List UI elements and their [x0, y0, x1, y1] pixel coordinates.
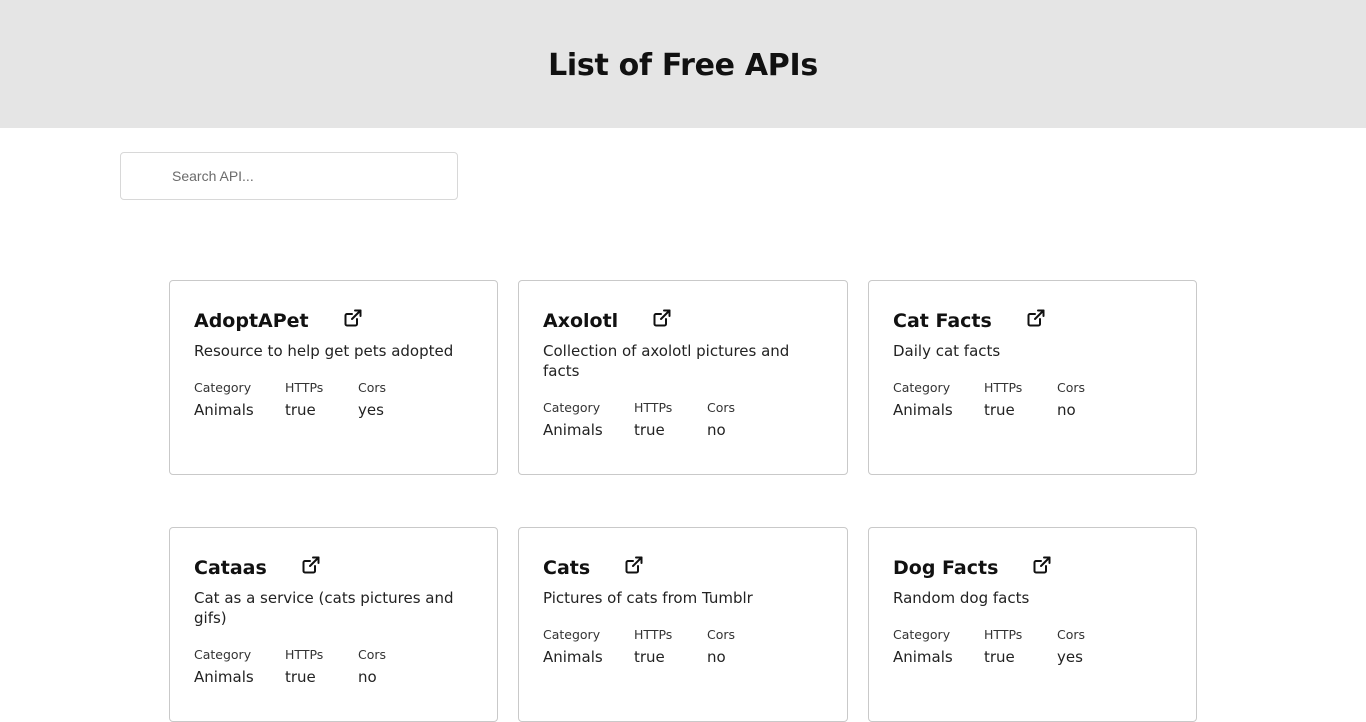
api-card: Cat Facts Daily cat facts Category Animal…: [868, 280, 1197, 475]
https-value: true: [634, 648, 665, 666]
cors-label: Cors: [358, 380, 387, 395]
category-label: Category: [194, 380, 252, 395]
api-card-description: Daily cat facts: [893, 342, 1001, 360]
search-input[interactable]: [120, 152, 458, 200]
page-title: List of Free APIs: [548, 47, 818, 83]
https-label: HTTPs: [285, 380, 324, 395]
cors-label: Cors: [1057, 380, 1086, 395]
category-value: Animals: [543, 421, 603, 439]
api-card: Axolotl Collection of axolotl pictures a…: [518, 280, 848, 475]
category-value: Animals: [893, 648, 953, 666]
category-label: Category: [893, 380, 951, 395]
category-value: Animals: [194, 668, 254, 686]
external-link-icon[interactable]: [1032, 555, 1052, 575]
category-label: Category: [543, 627, 601, 642]
external-link-icon[interactable]: [624, 555, 644, 575]
api-card-description: Collection of axolotl pictures and facts: [543, 342, 790, 380]
cors-label: Cors: [358, 647, 387, 662]
external-link-icon[interactable]: [343, 308, 363, 328]
cors-label: Cors: [707, 627, 736, 642]
external-link-icon[interactable]: [1026, 308, 1046, 328]
category-label: Category: [893, 627, 951, 642]
page-header: List of Free APIs: [0, 0, 1366, 128]
cors-value: yes: [358, 401, 384, 419]
api-card: Cataas Cat as a service (cats pictures a…: [169, 527, 498, 722]
api-card-description: Random dog facts: [893, 589, 1030, 607]
api-card: AdoptAPet Resource to help get pets adop…: [169, 280, 498, 475]
https-label: HTTPs: [634, 627, 673, 642]
api-card-description: Resource to help get pets adopted: [194, 342, 454, 360]
https-value: true: [984, 401, 1015, 419]
cors-value: no: [358, 668, 377, 686]
https-value: true: [984, 648, 1015, 666]
api-card: Cats Pictures of cats from Tumblr Catego…: [518, 527, 848, 722]
category-value: Animals: [543, 648, 603, 666]
category-label: Category: [543, 400, 601, 415]
category-label: Category: [194, 647, 252, 662]
category-value: Animals: [893, 401, 953, 419]
api-card-grid: AdoptAPet Resource to help get pets adop…: [169, 280, 1197, 722]
external-link-icon[interactable]: [652, 308, 672, 328]
api-card-title: Cataas: [194, 557, 267, 579]
api-card: Dog Facts Random dog facts Category Anima…: [868, 527, 1197, 722]
cors-value: no: [707, 421, 726, 439]
search-bar: [120, 152, 458, 200]
external-link-icon[interactable]: [301, 555, 321, 575]
api-card-title: Cats: [543, 557, 591, 579]
https-value: true: [634, 421, 665, 439]
cors-label: Cors: [1057, 627, 1086, 642]
api-card-description: Pictures of cats from Tumblr: [543, 589, 753, 607]
https-label: HTTPs: [984, 380, 1023, 395]
https-label: HTTPs: [984, 627, 1023, 642]
category-value: Animals: [194, 401, 254, 419]
https-label: HTTPs: [634, 400, 673, 415]
https-value: true: [285, 668, 316, 686]
https-label: HTTPs: [285, 647, 324, 662]
cors-value: yes: [1057, 648, 1083, 666]
api-card-title: Cat Facts: [893, 310, 992, 332]
api-card-title: AdoptAPet: [194, 310, 309, 332]
cors-value: no: [707, 648, 726, 666]
cors-value: no: [1057, 401, 1076, 419]
cors-label: Cors: [707, 400, 736, 415]
https-value: true: [285, 401, 316, 419]
api-card-description: Cat as a service (cats pictures and gifs…: [194, 589, 454, 627]
api-card-title: Axolotl: [543, 310, 619, 332]
api-card-title: Dog Facts: [893, 557, 999, 579]
